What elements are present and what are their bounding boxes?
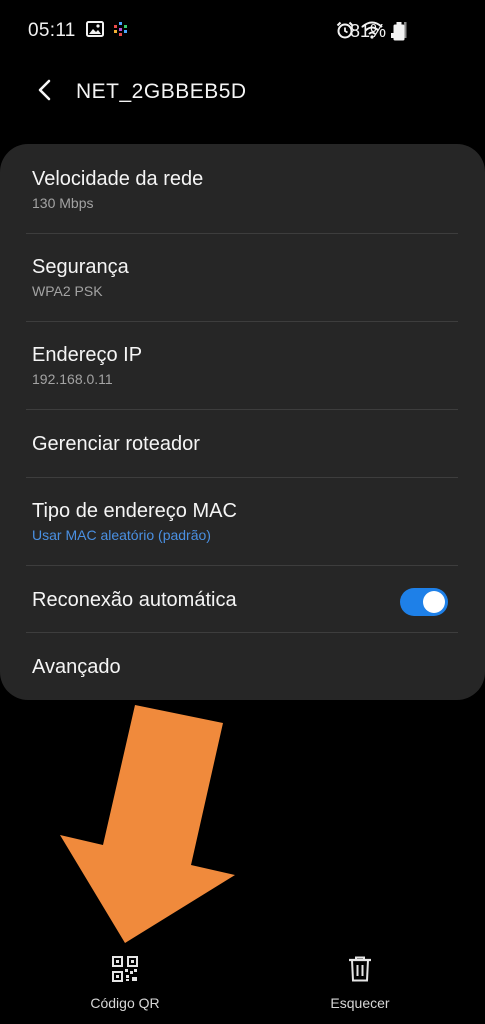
auto-reconnect-toggle[interactable] <box>400 588 448 616</box>
divider <box>26 565 458 566</box>
setting-auto-reconnect[interactable]: Reconexão automática <box>0 588 485 616</box>
forget-button[interactable]: Esquecer <box>290 956 430 1011</box>
setting-subtitle: 130 Mbps <box>32 195 94 211</box>
setting-title: Tipo de endereço MAC <box>32 500 237 522</box>
back-arrow-icon <box>35 78 53 107</box>
setting-subtitle: Usar MAC aleatório (padrão) <box>32 527 211 543</box>
setting-ip-address[interactable]: Endereço IP 192.168.0.11 <box>0 343 485 388</box>
bottom-action-bar: Código QR Esquecer <box>0 948 485 1024</box>
battery-icon <box>393 22 405 46</box>
setting-manage-router[interactable]: Gerenciar roteador <box>0 432 485 456</box>
qr-code-label: Código QR <box>90 995 160 1011</box>
setting-title: Velocidade da rede <box>32 168 204 190</box>
image-icon <box>86 21 104 42</box>
setting-title: Segurança <box>32 256 129 278</box>
setting-subtitle: 192.168.0.11 <box>32 371 113 387</box>
annotation-arrow-icon <box>55 705 240 950</box>
setting-title: Reconexão automática <box>32 589 237 611</box>
setting-title: Avançado <box>32 656 121 678</box>
forget-label: Esquecer <box>330 995 390 1011</box>
setting-mac-address-type[interactable]: Tipo de endereço MAC Usar MAC aleatório … <box>0 499 485 544</box>
toggle-knob <box>423 591 445 613</box>
setting-network-speed[interactable]: Velocidade da rede 130 Mbps <box>0 167 485 212</box>
trash-icon <box>348 956 372 987</box>
divider <box>26 321 458 322</box>
page-title: NET_2GBBEB5D <box>76 80 247 103</box>
status-time: 05:11 <box>28 20 76 41</box>
qr-code-button[interactable]: Código QR <box>55 956 195 1011</box>
setting-subtitle: WPA2 PSK <box>32 283 103 299</box>
back-button[interactable] <box>26 74 62 110</box>
qr-code-icon <box>112 956 138 987</box>
top-app-bar: NET_2GBBEB5D <box>0 64 485 120</box>
app-notification-icon <box>112 20 130 43</box>
setting-title: Endereço IP <box>32 344 143 366</box>
network-details-card: Velocidade da rede 130 Mbps Segurança WP… <box>0 144 485 700</box>
divider <box>26 409 458 410</box>
status-bar: 05:11 81% <box>0 0 485 64</box>
setting-advanced[interactable]: Avançado <box>0 655 485 679</box>
battery-percent: 81% <box>350 21 387 41</box>
divider <box>26 477 458 478</box>
divider <box>26 233 458 234</box>
status-left-icons <box>86 20 130 43</box>
divider <box>26 632 458 633</box>
setting-security[interactable]: Segurança WPA2 PSK <box>0 255 485 300</box>
setting-title: Gerenciar roteador <box>32 433 200 455</box>
